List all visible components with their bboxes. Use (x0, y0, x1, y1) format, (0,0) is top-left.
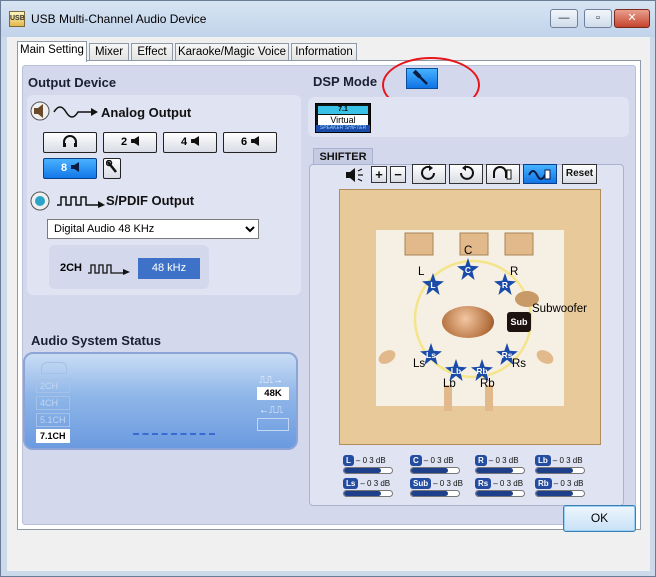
digital-wave-icon (88, 264, 130, 275)
label-subwoofer: Subwoofer (532, 303, 587, 315)
subwoofer-handle[interactable]: Sub (507, 312, 531, 332)
channel-2-button[interactable]: 2 (103, 132, 157, 153)
level-slider-lb[interactable] (535, 467, 585, 474)
label-left-back: Lb (443, 378, 456, 390)
tab-main-setting[interactable]: Main Setting (17, 41, 87, 62)
analog-output-label: Analog Output (101, 105, 192, 120)
spdif-format-select[interactable]: Digital Audio 48 KHz (47, 219, 259, 239)
speaker-icon (30, 101, 50, 121)
level-slider-c[interactable] (410, 467, 460, 474)
shifter-tab[interactable]: SHIFTER (313, 148, 373, 165)
digital-out-indicator: ⎍⎍→ (259, 375, 283, 386)
zoom-in-button[interactable]: + (371, 166, 387, 183)
status-rate: 48K (257, 387, 289, 400)
tab-information[interactable]: Information (291, 43, 357, 61)
window-title: USB Multi-Channel Audio Device (31, 12, 207, 26)
rotate-cw-button[interactable] (412, 164, 446, 184)
level-label-rs: Rs – 0 3 dB (475, 478, 523, 489)
headphone-rotate-button[interactable] (486, 164, 520, 184)
spdif-rate-badge: 48 kHz (138, 258, 200, 279)
level-label-lb: Lb – 0 3 dB (535, 455, 583, 466)
level-label-l: L – 0 3 dB (343, 455, 386, 466)
level-slider-ls[interactable] (343, 490, 393, 497)
maximize-button[interactable]: ▫ (584, 9, 612, 28)
virtual-71-button[interactable]: 7.1 Virtual SPEAKER SHIFTER (315, 103, 371, 133)
level-slider-rb[interactable] (535, 490, 585, 497)
signal-meter (133, 433, 215, 435)
channel-6-button[interactable]: 6 (223, 132, 277, 153)
analog-wave-icon (53, 106, 98, 118)
listener-head (442, 306, 494, 338)
wave-hand-button[interactable] (523, 164, 557, 184)
level-slider-r[interactable] (475, 467, 525, 474)
level-slider-rs[interactable] (475, 490, 525, 497)
ok-button[interactable]: OK (563, 505, 636, 532)
minimize-button[interactable]: — (550, 9, 578, 28)
title-bar[interactable]: USB USB Multi-Channel Audio Device — ▫ ✕ (1, 1, 655, 37)
label-center: C (464, 245, 473, 257)
reset-button[interactable]: Reset (562, 164, 597, 184)
spdif-output-label: S/PDIF Output (106, 193, 195, 208)
label-left: L (418, 266, 425, 278)
close-button[interactable]: ✕ (614, 9, 650, 28)
audio-status-display: 2CH 4CH 5.1CH 7.1CH ⎍⎍→ 48K ←⎍⎍ (23, 352, 298, 450)
headphone-indicator (41, 362, 67, 374)
level-slider-sub[interactable] (410, 490, 460, 497)
status-71ch: 7.1CH (36, 429, 70, 443)
rotate-cw-icon (421, 165, 435, 180)
speaker-icon (191, 136, 200, 146)
app-window: USB USB Multi-Channel Audio Device — ▫ ✕… (0, 0, 656, 577)
output-device-title: Output Device (28, 75, 117, 90)
zoom-out-button[interactable]: − (390, 166, 406, 183)
digital-wave-icon (57, 196, 105, 208)
level-label-ls: Ls – 0 3 dB (343, 478, 390, 489)
level-label-rb: Rb – 0 3 dB (535, 478, 583, 489)
speaker-config-button[interactable] (103, 158, 121, 179)
speaker-icon (131, 136, 140, 146)
tab-karaoke[interactable]: Karaoke/Magic Voice (175, 43, 289, 61)
speaker-icon (71, 162, 80, 172)
headphone-icon (63, 135, 77, 147)
headphone-hand-icon (493, 166, 512, 180)
dsp-mode-title: DSP Mode (313, 74, 378, 89)
spdif-channels: 2CH (60, 262, 83, 274)
tab-effect[interactable]: Effect (131, 43, 173, 61)
tab-mixer[interactable]: Mixer (89, 43, 129, 61)
label-right-surround: Rs (512, 358, 527, 370)
audio-status-title: Audio System Status (31, 333, 162, 348)
input-rate-empty (257, 418, 289, 431)
speaker-icon (251, 136, 260, 146)
rotate-ccw-icon (460, 165, 474, 180)
digital-in-indicator: ←⎍⎍ (259, 405, 283, 416)
status-2ch: 2CH (36, 379, 70, 393)
label-right: R (510, 266, 519, 278)
headphone-button[interactable] (43, 132, 97, 153)
level-slider-l[interactable] (343, 467, 393, 474)
volume-icon (346, 168, 363, 182)
channel-4-button[interactable]: 4 (163, 132, 217, 153)
level-label-sub: Sub – 0 3 dB (410, 478, 463, 489)
status-51ch: 5.1CH (36, 413, 70, 427)
usb-app-icon: USB (9, 11, 25, 27)
level-label-c: C – 0 3 dB (410, 455, 454, 466)
wave-hand-icon (528, 169, 551, 180)
level-label-r: R – 0 3 dB (475, 455, 519, 466)
rotate-ccw-button[interactable] (449, 164, 483, 184)
label-left-surround: Ls (413, 358, 426, 370)
spdif-icon (30, 191, 50, 211)
wrench-icon (105, 159, 117, 173)
channel-8-button[interactable]: 8 (43, 158, 97, 179)
status-4ch: 4CH (36, 396, 70, 410)
